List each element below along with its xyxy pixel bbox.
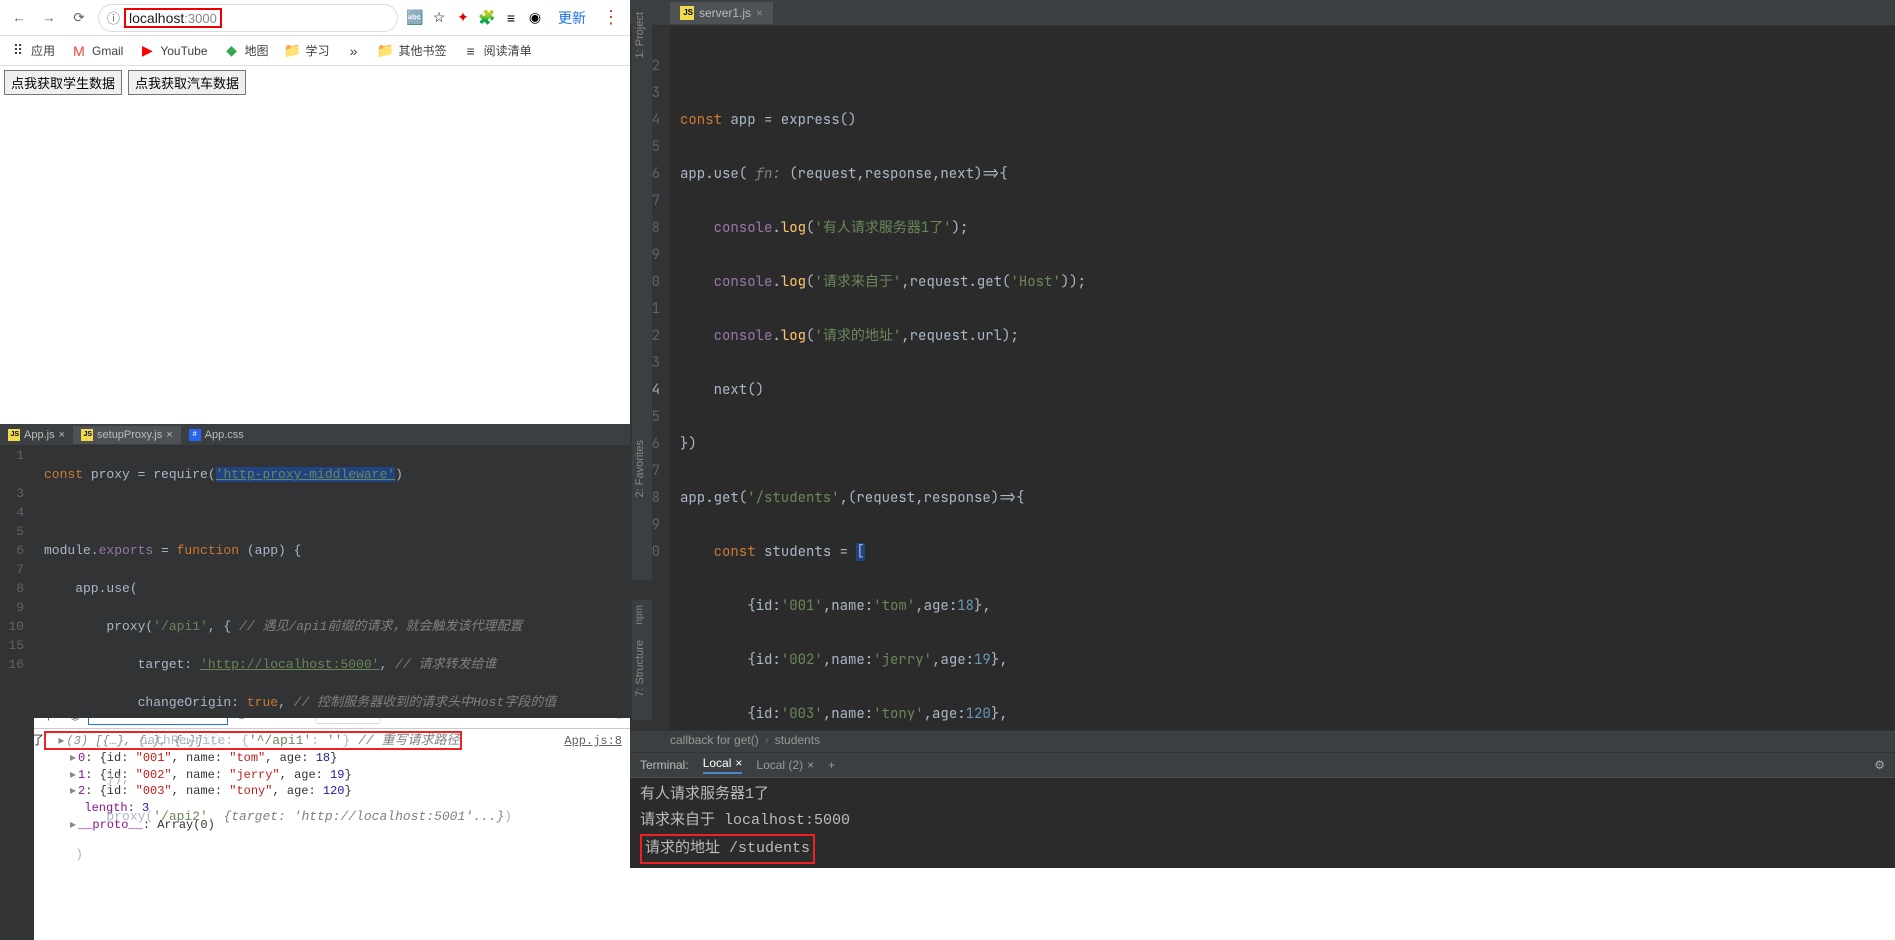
forward-button[interactable]: → [38,7,60,29]
url-bar[interactable]: ⓘ localhost:3000 [98,4,398,32]
reload-button[interactable]: ⟳ [68,7,90,29]
red-ext-icon[interactable]: ✦ [454,9,472,27]
favorites-tool[interactable]: 2: Favorites [634,440,646,497]
translate-icon[interactable]: 🔤 [406,9,424,27]
menu-icon[interactable]: ⋮ [600,7,622,28]
bookmark-study[interactable]: 📁学习 [285,42,330,59]
close-tab-icon[interactable]: × [756,6,763,20]
bookmark-reading[interactable]: ≡阅读清单 [463,42,532,59]
code-area-bottom[interactable]: const proxy = require('http-proxy-middle… [34,446,556,940]
bookmarks-bar: ⠿应用 MGmail ▶YouTube ◆地图 📁学习 » 📁其他书签 ≡阅读清… [0,36,630,66]
line-gutter: 13456789101516 [0,446,34,940]
code-area[interactable]: const app = express() app.use( fn: (requ… [670,26,1360,730]
tab-setupproxy-js[interactable]: JSsetupProxy.js × [73,426,181,444]
add-terminal-button[interactable]: + [828,758,835,772]
bookmark-apps[interactable]: ⠿应用 [10,42,55,59]
url-port: :3000 [184,11,217,26]
bookmark-gmail[interactable]: MGmail [71,43,123,59]
project-tool[interactable]: 1: Project [634,12,646,58]
terminal-tab-local[interactable]: Local × [703,756,743,774]
list-icon[interactable]: ≡ [502,9,520,27]
terminal-tab-local2[interactable]: Local (2) × [756,758,814,772]
bookmark-youtube[interactable]: ▶YouTube [139,43,207,59]
info-icon: ⓘ [107,8,120,27]
fetch-students-button[interactable]: 点我获取学生数据 [4,70,122,95]
page-content: 点我获取学生数据 点我获取汽车数据 [0,66,630,99]
breadcrumb: callback for get()›students [630,730,1895,752]
update-button[interactable]: 更新 [550,6,594,30]
npm-tool[interactable]: npm [634,605,645,624]
fetch-cars-button[interactable]: 点我获取汽车数据 [128,70,246,95]
terminal-label: Terminal: [640,758,689,772]
tab-app-css[interactable]: #App.css [181,426,252,444]
url-host: localhost [129,10,184,26]
back-button[interactable]: ← [8,7,30,29]
bookmark-other[interactable]: 📁其他书签 [378,42,447,59]
editor-tab-server1[interactable]: JS server1.js × [670,2,773,24]
terminal-gear-icon[interactable]: ⚙ [1874,758,1885,772]
js-file-icon: JS [680,6,694,20]
structure-tool[interactable]: 7: Structure [634,640,646,697]
terminal-output: 有人请求服务器1了 请求来自于 localhost:5000 请求的地址 /st… [630,778,1895,868]
close-icon[interactable]: × [807,758,814,772]
bookmark-maps[interactable]: ◆地图 [224,42,269,59]
star-icon[interactable]: ☆ [430,9,448,27]
bookmark-more[interactable]: » [346,43,362,59]
tab-app-js[interactable]: JSApp.js × [0,426,73,444]
disc-icon[interactable]: ◉ [526,9,544,27]
puzzle-icon[interactable]: 🧩 [478,9,496,27]
close-icon[interactable]: × [735,756,742,770]
